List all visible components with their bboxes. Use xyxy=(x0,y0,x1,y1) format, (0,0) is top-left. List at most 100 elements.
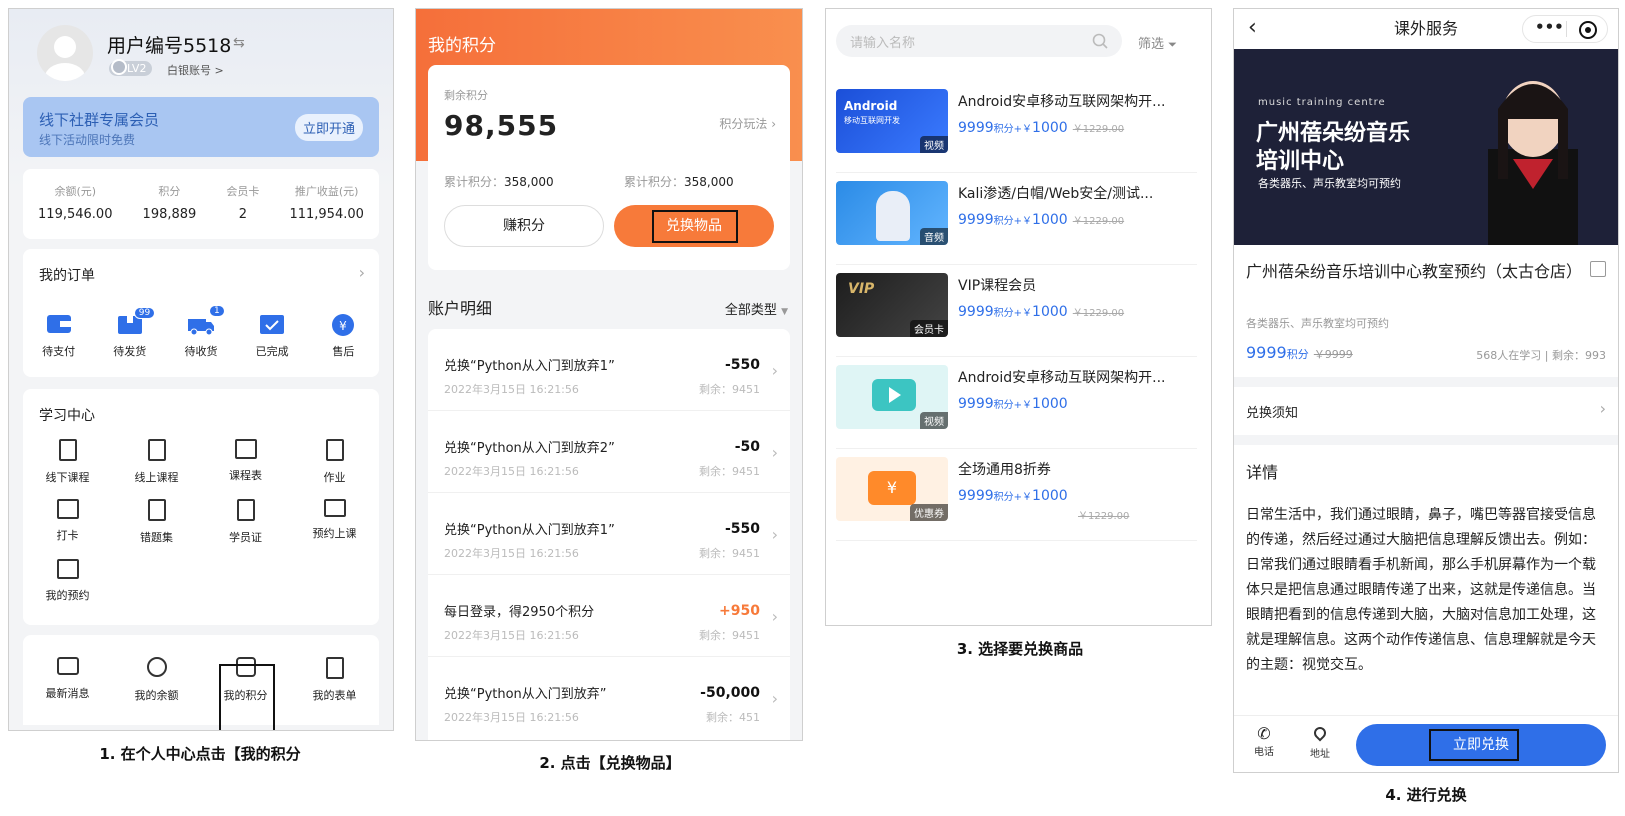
goods-item[interactable]: 音频 Kali渗透/白帽/Web安全/测试... 9999积分+￥1000 ￥122… xyxy=(836,173,1197,265)
study-online-course[interactable]: 线上课程 xyxy=(112,439,201,485)
order-after-sale[interactable]: ¥ 售后 xyxy=(313,313,373,359)
phone-button[interactable]: ✆ 电话 xyxy=(1254,724,1274,758)
avatar[interactable] xyxy=(37,25,93,81)
truck-icon xyxy=(187,319,214,336)
badge-count: 1 xyxy=(208,305,225,317)
goods-thumbnail[interactable]: Android 移动互联网开发 视频 xyxy=(836,89,948,153)
detail-title: 详情 xyxy=(1246,463,1279,482)
order-pending-pay[interactable]: 待支付 xyxy=(29,313,89,359)
earn-points-button[interactable]: 赚积分 xyxy=(444,205,604,247)
teacher-photo xyxy=(1488,81,1578,245)
nav-bar: ‹ 课外服务 ••• xyxy=(1234,9,1618,49)
stat-points[interactable]: 积分 198,889 xyxy=(143,183,197,222)
record-row[interactable]: 兑换“Python从入门到放弃2” 2022年3月15日 16:21:56 -50 剩… xyxy=(428,411,790,493)
clipboard-icon xyxy=(325,657,344,679)
stat-income[interactable]: 推广收益(元) 111,954.00 xyxy=(289,183,363,222)
record-row[interactable]: 每日登录，得2950个积分 2022年3月15日 16:21:56 +950 剩余：9… xyxy=(428,575,790,657)
record-remain: 剩余：9451 xyxy=(699,383,760,396)
type-filter[interactable]: 全部类型 ▼ xyxy=(725,299,788,318)
record-remain: 剩余：9451 xyxy=(699,629,760,642)
goods-tag: 会员卡 xyxy=(910,320,948,337)
search-placeholder: 请输入名称 xyxy=(850,36,916,51)
order-pending-receive[interactable]: 1 待收货 xyxy=(171,305,231,359)
document-icon xyxy=(58,439,77,461)
screen-points: 我的积分 剩余积分 98,555 积分玩法 › 累计积分：358,000 累计积… xyxy=(415,8,803,741)
goods-price: 9999积分+￥1000 ￥1229.00 xyxy=(958,304,1125,320)
orders-title: 我的订单 xyxy=(39,268,95,284)
study-homework[interactable]: 作业 xyxy=(290,439,379,485)
search-bar[interactable]: 请输入名称 xyxy=(836,25,1122,57)
banner-small-text: music training centre xyxy=(1258,97,1386,108)
board-icon xyxy=(323,499,346,517)
document-icon xyxy=(147,439,166,461)
total-points-1: 累计积分：358,000 xyxy=(444,175,554,189)
switch-icon[interactable]: ⇆ xyxy=(233,35,245,51)
message-icon xyxy=(56,657,79,675)
thumb-title: Android xyxy=(844,99,898,113)
refund-icon: ¥ xyxy=(332,314,355,336)
goods-thumbnail[interactable]: 视频 xyxy=(836,365,948,429)
goods-item[interactable]: 视频 Android安卓移动互联网架构开... 9999积分+￥1000 xyxy=(836,357,1197,449)
account-type[interactable]: 白银账号 > xyxy=(167,62,224,78)
stat-balance[interactable]: 余额(元) 119,546.00 xyxy=(38,183,112,222)
chevron-right-icon[interactable]: › xyxy=(359,263,365,282)
record-row[interactable]: 兑换“Python从入门到放弃” 2022年3月15日 16:21:56 -50,0… xyxy=(428,657,790,739)
detail-text: 日常生活中，我们通过眼睛，鼻子，嘴巴等器官接受信息的传递，然后经过通过大脑把信息… xyxy=(1246,507,1596,673)
study-mistakes[interactable]: 错题集 xyxy=(112,499,201,545)
goods-item[interactable]: ¥ 优惠券 全场通用8折券 9999积分+￥1000 ￥1229.00 xyxy=(836,449,1197,541)
learners-stock: 568人在学习 | 剩余：993 xyxy=(1476,349,1606,362)
record-amount: -50,000 xyxy=(700,685,760,701)
search-icon[interactable] xyxy=(1092,33,1108,49)
more-icon[interactable]: ••• xyxy=(1535,18,1564,36)
shortcut-balance[interactable]: 我的余额 xyxy=(112,657,201,703)
record-time: 2022年3月15日 16:21:56 xyxy=(444,547,579,560)
goods-thumbnail[interactable]: VIP 会员卡 xyxy=(836,273,948,337)
order-completed[interactable]: 已完成 xyxy=(242,313,302,359)
share-icon[interactable] xyxy=(1590,261,1606,277)
record-amount: -50 xyxy=(734,439,760,455)
chevron-right-icon: › xyxy=(771,443,778,462)
study-offline-course[interactable]: 线下课程 xyxy=(23,439,112,485)
goods-thumbnail[interactable]: ¥ 优惠券 xyxy=(836,457,948,521)
record-row[interactable]: 兑换“Python从入门到放弃1” 2022年3月15日 16:21:56 -550… xyxy=(428,493,790,575)
goods-thumbnail[interactable]: 音频 xyxy=(836,181,948,245)
record-title: 兑换“Python从入门到放弃1” xyxy=(444,359,615,374)
record-title: 兑换“Python从入门到放弃2” xyxy=(444,441,615,456)
svg-text:¥: ¥ xyxy=(340,319,348,333)
study-my-booking[interactable]: 我的预约 xyxy=(23,559,112,603)
record-remain: 剩余：9451 xyxy=(699,547,760,560)
goods-tag: 音频 xyxy=(920,228,948,245)
checkin-calendar-icon xyxy=(56,499,79,519)
highlight-box xyxy=(1429,729,1519,761)
goods-item[interactable]: Android 移动互联网开发 视频 Android安卓移动互联网架构开... 9999… xyxy=(836,81,1197,173)
study-student-card[interactable]: 学员证 xyxy=(201,499,290,545)
banner-image: music training centre 广州蓓朵纷音乐 培训中心 各类器乐、… xyxy=(1234,49,1618,245)
rules-link[interactable]: 积分玩法 › xyxy=(719,115,776,132)
goods-price: 9999积分+￥1000 ￥1229.00 xyxy=(958,212,1125,228)
capsule-menu: ••• xyxy=(1522,15,1608,43)
chevron-right-icon: › xyxy=(771,607,778,626)
filter-button[interactable]: 筛选 ⏷ xyxy=(1138,33,1177,52)
record-row[interactable]: 兑换“Python从入门到放弃1” 2022年3月15日 16:21:56 -550… xyxy=(428,329,790,411)
record-time: 2022年3月15日 16:21:56 xyxy=(444,711,579,724)
chevron-right-icon: › xyxy=(771,689,778,708)
member-banner[interactable]: 线下社群专属会员 线下活动限时免费 立即开通 xyxy=(23,97,379,157)
screen-goods: 请输入名称 筛选 ⏷ Android 移动互联网开发 视频 Android安卓移动互联… xyxy=(825,8,1212,626)
location-pin-icon xyxy=(1311,724,1329,742)
study-schedule[interactable]: 课程表 xyxy=(201,439,290,485)
exchange-notice[interactable]: 兑换须知 › xyxy=(1234,387,1618,435)
funnel-icon: ⏷ xyxy=(1168,38,1177,51)
shortcut-forms[interactable]: 我的表单 xyxy=(290,657,379,703)
stat-cards[interactable]: 会员卡 2 xyxy=(226,183,259,222)
member-open-button[interactable]: 立即开通 xyxy=(294,114,363,141)
goods-item[interactable]: VIP 会员卡 VIP课程会员 9999积分+￥1000 ￥1229.00 xyxy=(836,265,1197,357)
order-pending-ship[interactable]: 99 待发货 xyxy=(100,307,160,359)
bottom-bar: ✆ 电话 地址 立即兑换 xyxy=(1234,715,1618,772)
goods-tag: 视频 xyxy=(920,412,948,429)
address-button[interactable]: 地址 xyxy=(1310,724,1330,760)
record-title: 每日登录，得2950个积分 xyxy=(444,605,595,620)
study-checkin[interactable]: 打卡 xyxy=(23,499,112,545)
detail-title: 账户明细 xyxy=(428,299,493,318)
shortcut-messages[interactable]: 最新消息 xyxy=(23,657,112,703)
study-book-class[interactable]: 预约上课 xyxy=(290,499,379,545)
